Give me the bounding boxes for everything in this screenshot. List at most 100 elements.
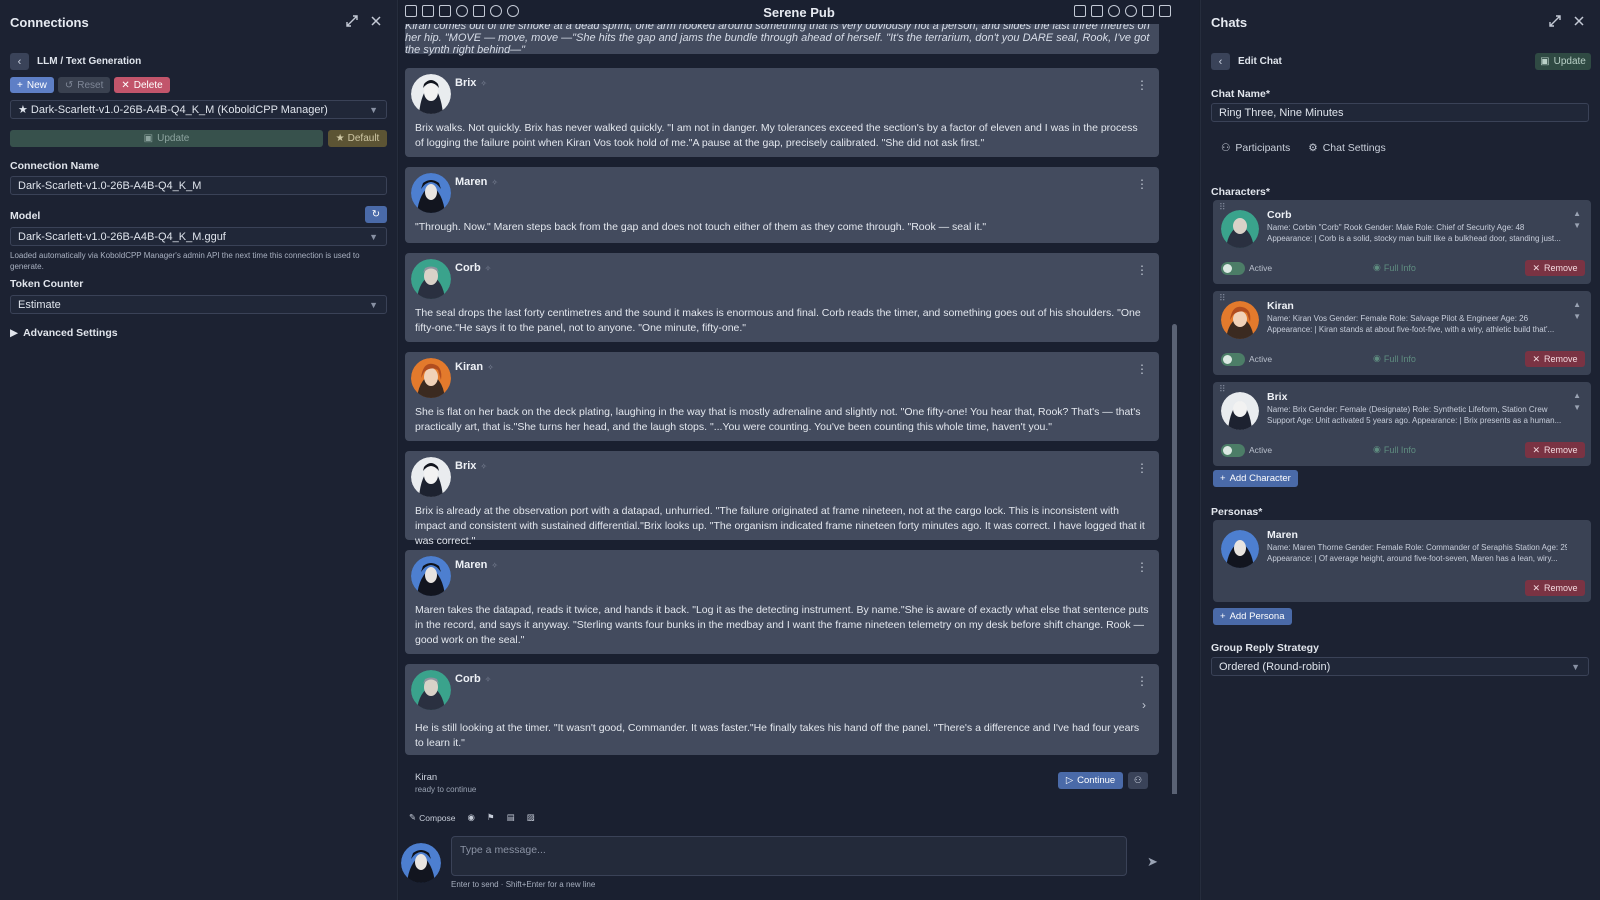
avatar[interactable] <box>411 457 451 497</box>
more-options-icon[interactable]: ⋮ <box>1136 177 1148 191</box>
model-select[interactable]: Dark-Scarlett-v1.0-26B-A4B-Q4_K_M.gguf ▼ <box>10 227 387 246</box>
x-icon: ✕ <box>1532 353 1541 364</box>
remove-button[interactable]: ✕ Remove <box>1525 260 1585 276</box>
add-character-button[interactable]: + Add Character <box>1213 470 1298 487</box>
message-list[interactable]: Kiran comes out of the smoke at a dead s… <box>405 24 1179 794</box>
close-icon[interactable] <box>1572 14 1586 28</box>
model-label: Model <box>10 210 41 222</box>
active-toggle[interactable] <box>1221 262 1245 275</box>
x-icon: ✕ <box>121 79 130 91</box>
next-speaker: Kiran ready to continue <box>415 772 477 794</box>
full-info-button[interactable]: ◉ Full Info <box>1373 444 1416 455</box>
scrollbar[interactable] <box>1172 324 1177 794</box>
more-options-icon[interactable]: ⋮ <box>1136 560 1148 574</box>
more-options-icon[interactable]: ⋮ <box>1136 78 1148 92</box>
eye-icon[interactable]: ◉ <box>468 812 475 823</box>
avatar <box>1221 530 1259 568</box>
edit-icon[interactable]: ✧ <box>485 264 492 273</box>
section-label: Edit Chat <box>1238 56 1282 67</box>
tag-icon[interactable] <box>1091 5 1103 17</box>
remove-button[interactable]: ✕ Remove <box>1525 580 1585 596</box>
more-options-icon[interactable]: ⋮ <box>1136 263 1148 277</box>
users-icon[interactable] <box>1125 5 1137 17</box>
remove-button[interactable]: ✕ Remove <box>1525 442 1585 458</box>
image-icon[interactable]: ▨ <box>527 812 535 823</box>
avatar[interactable] <box>411 670 451 710</box>
reorder-arrows-icon[interactable]: ▲ ▼ <box>1573 299 1581 323</box>
message-input[interactable]: Type a message... <box>451 836 1127 876</box>
new-button[interactable]: + New <box>10 77 54 93</box>
participants-button[interactable]: ⚇ <box>1128 772 1148 789</box>
star-icon: ★ <box>335 133 345 144</box>
more-options-icon[interactable]: ⋮ <box>1136 674 1148 688</box>
edit-icon[interactable]: ✧ <box>487 363 494 372</box>
close-icon[interactable] <box>369 14 383 28</box>
avatar[interactable] <box>411 259 451 299</box>
user-avatar[interactable] <box>401 843 441 883</box>
avatar[interactable] <box>411 74 451 114</box>
persona-desc: Name: Maren Thorne Gender: Female Role: … <box>1267 543 1567 563</box>
tab-participants[interactable]: ⚇ Participants <box>1221 142 1290 154</box>
refresh-models-button[interactable]: ↻ <box>365 206 387 223</box>
message-text: He is still looking at the timer. "It wa… <box>415 722 1140 749</box>
full-info-button[interactable]: ◉ Full Info <box>1373 262 1416 273</box>
send-icon[interactable]: ➤ <box>1147 854 1158 870</box>
more-options-icon[interactable]: ⋮ <box>1136 362 1148 376</box>
group-reply-select[interactable]: Ordered (Round-robin) ▼ <box>1211 657 1589 676</box>
reorder-arrows-icon[interactable]: ▲ ▼ <box>1573 390 1581 414</box>
connection-select[interactable]: ★ Dark-Scarlett-v1.0-26B-A4B-Q4_K_M (Kob… <box>10 100 387 119</box>
continue-button[interactable]: ▷ Continue <box>1058 772 1123 789</box>
expand-icon[interactable] <box>345 14 359 28</box>
drag-handle-icon[interactable]: ⠿ <box>1219 294 1226 303</box>
message-card: Corb ✧ ⋮ The seal drops the last forty ce… <box>405 253 1159 342</box>
panel-title: Connections <box>10 15 89 30</box>
message-text: Maren takes the datapad, reads it twice,… <box>415 604 1149 646</box>
bell-icon[interactable] <box>1074 5 1086 17</box>
book-icon[interactable]: ▤ <box>507 812 515 823</box>
active-toggle[interactable] <box>1221 444 1245 457</box>
default-button[interactable]: ★ Default <box>328 130 387 147</box>
back-button[interactable]: ‹ <box>1211 53 1230 70</box>
plus-icon: + <box>1220 611 1226 622</box>
update-button[interactable]: ▣ Update <box>10 130 323 147</box>
top-bar: Serene Pub <box>399 0 1199 24</box>
drag-handle-icon[interactable]: ⠿ <box>1219 203 1226 212</box>
more-options-icon[interactable]: ⋮ <box>1136 461 1148 475</box>
remove-button[interactable]: ✕ Remove <box>1525 351 1585 367</box>
compose-tab[interactable]: ✎ Compose <box>409 812 456 823</box>
avatar[interactable] <box>411 358 451 398</box>
expand-icon[interactable] <box>1548 14 1562 28</box>
edit-icon[interactable]: ✧ <box>491 561 498 570</box>
character-card: ⠿ Corb Name: Corbin "Corb" Rook Gender: … <box>1213 200 1591 284</box>
avatar[interactable] <box>411 556 451 596</box>
add-persona-button[interactable]: + Add Persona <box>1213 608 1292 625</box>
message-card: Corb ✧ ⋮ › He is still looking at the tim… <box>405 664 1159 755</box>
delete-button[interactable]: ✕ Delete <box>114 77 170 93</box>
edit-icon[interactable]: ✧ <box>480 79 487 88</box>
notebook-icon[interactable] <box>1142 5 1154 17</box>
message-square-icon[interactable] <box>1159 5 1171 17</box>
speaker-name: Corb ✧ <box>455 673 492 685</box>
speaker-name: Brix ✧ <box>455 77 488 89</box>
connection-name-input[interactable]: Dark-Scarlett-v1.0-26B-A4B-Q4_K_M <box>10 176 387 195</box>
avatar[interactable] <box>411 173 451 213</box>
update-chat-button[interactable]: ▣ Update <box>1535 53 1591 70</box>
edit-icon[interactable]: ✧ <box>485 675 492 684</box>
back-button[interactable]: ‹ <box>10 53 29 70</box>
edit-icon[interactable]: ✧ <box>480 462 487 471</box>
full-info-button[interactable]: ◉ Full Info <box>1373 353 1416 364</box>
reorder-arrows-icon[interactable]: ▲ ▼ <box>1573 208 1581 232</box>
token-counter-select[interactable]: Estimate ▼ <box>10 295 387 314</box>
advanced-settings-toggle[interactable]: ▶ Advanced Settings <box>10 327 118 339</box>
user-icon[interactable] <box>1108 5 1120 17</box>
chat-name-label: Chat Name* <box>1211 88 1270 100</box>
tab-chat-settings[interactable]: ⚙ Chat Settings <box>1308 142 1385 154</box>
connections-panel: Connections ‹ LLM / Text Generation + New… <box>0 0 398 900</box>
reset-button[interactable]: ↺ Reset <box>57 77 111 93</box>
drag-handle-icon[interactable]: ⠿ <box>1219 385 1226 394</box>
edit-icon[interactable]: ✧ <box>491 178 498 187</box>
chevron-right-icon[interactable]: › <box>1142 698 1146 712</box>
flag-icon[interactable]: ⚑ <box>487 812 495 823</box>
chat-name-input[interactable]: Ring Three, Nine Minutes <box>1211 103 1589 122</box>
active-toggle[interactable] <box>1221 353 1245 366</box>
